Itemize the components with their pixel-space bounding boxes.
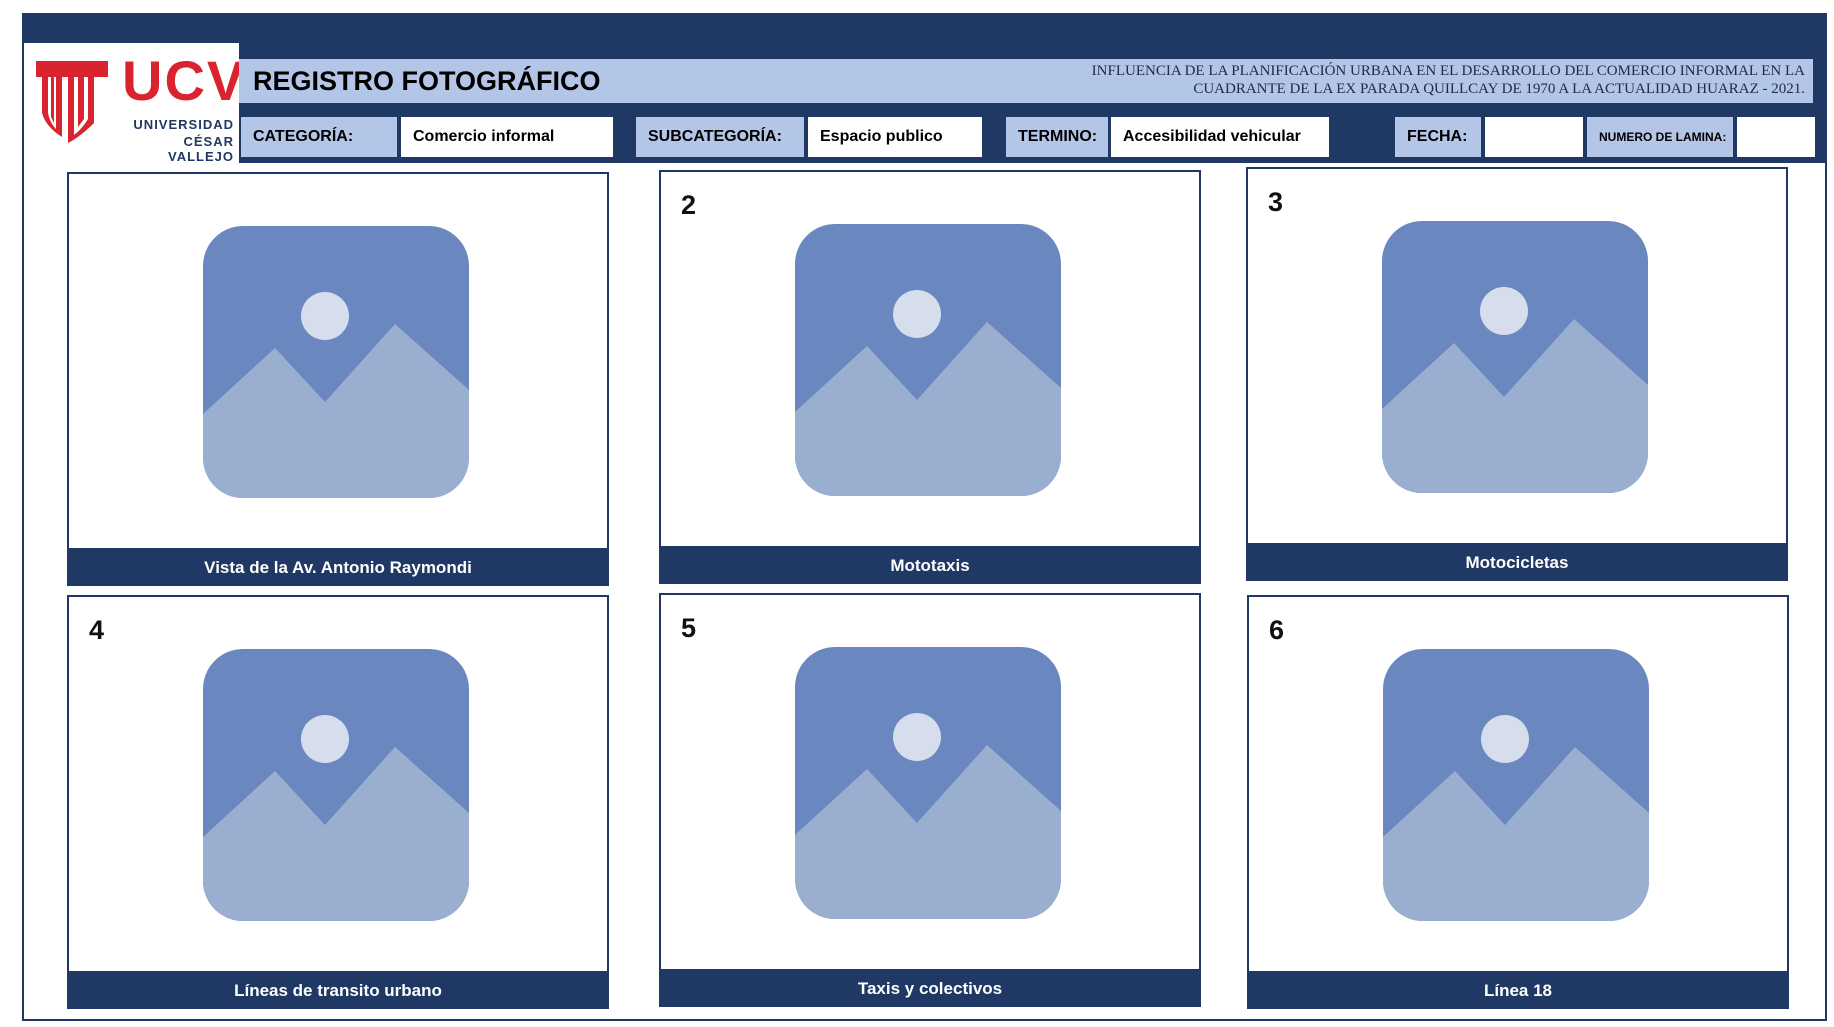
image-placeholder-icon — [795, 647, 1061, 919]
photo-record-sheet: UCV UNIVERSIDAD CÉSAR VALLEJO REGISTRO F… — [22, 13, 1827, 1021]
photo-number: 5 — [681, 613, 697, 643]
photo-card-1: Vista de la Av. Antonio Raymondi — [67, 172, 609, 588]
termino-value: Accesibilidad vehicular — [1111, 117, 1329, 157]
photo-card-6: 6 Línea 18 — [1247, 595, 1789, 1011]
photo-caption: Vista de la Av. Antonio Raymondi — [67, 550, 609, 586]
page-title: REGISTRO FOTOGRÁFICO — [253, 66, 601, 96]
numero-lamina-label: NUMERO DE LAMINA: — [1587, 117, 1733, 157]
photo-card-2: 2 Mototaxis — [659, 170, 1201, 586]
photo-card-4: 4 Líneas de transito urbano — [67, 595, 609, 1011]
termino-label: TERMINO: — [1006, 117, 1108, 157]
logo-universidad: UNIVERSIDAD — [133, 117, 234, 132]
fecha-label: FECHA: — [1395, 117, 1481, 157]
photo-caption: Motocicletas — [1246, 545, 1788, 581]
research-title-line-1: INFLUENCIA DE LA PLANIFICACIÓN URBANA EN… — [1091, 63, 1805, 79]
photo-card-3: 3 Motocicletas — [1246, 167, 1788, 583]
top-bar — [24, 15, 1825, 43]
title-row: REGISTRO FOTOGRÁFICO INFLUENCIA DE LA PL… — [239, 59, 1813, 103]
photo-frame — [67, 172, 609, 550]
photo-caption: Taxis y colectivos — [659, 971, 1201, 1007]
categoria-value: Comercio informal — [401, 117, 613, 157]
subcategoria-label: SUBCATEGORÍA: — [636, 117, 804, 157]
research-title: INFLUENCIA DE LA PLANIFICACIÓN URBANA EN… — [1045, 62, 1805, 98]
photo-number: 6 — [1269, 615, 1285, 645]
research-title-line-2: CUADRANTE DE LA EX PARADA QUILLCAY DE 19… — [1193, 81, 1805, 97]
ucv-wordmark: UCV — [122, 49, 247, 112]
ucv-logo: UCV UNIVERSIDAD CÉSAR VALLEJO — [24, 43, 244, 164]
image-placeholder-icon — [1382, 221, 1648, 493]
photo-caption: Líneas de transito urbano — [67, 973, 609, 1009]
photo-number: 2 — [681, 190, 697, 220]
photo-frame: 3 — [1246, 167, 1788, 545]
fecha-value — [1485, 117, 1583, 157]
subcategoria-value: Espacio publico — [808, 117, 982, 157]
categoria-label: CATEGORÍA: — [241, 117, 397, 157]
numero-lamina-value — [1737, 117, 1815, 157]
photo-caption: Mototaxis — [659, 548, 1201, 584]
image-placeholder-icon — [203, 649, 469, 921]
logo-cesar-vallejo: CÉSAR VALLEJO — [168, 134, 234, 164]
photo-frame: 6 — [1247, 595, 1789, 973]
image-placeholder-icon — [1383, 649, 1649, 921]
ucv-shield-icon — [36, 61, 108, 143]
photo-frame: 4 — [67, 595, 609, 973]
photo-number: 3 — [1268, 187, 1284, 217]
photo-frame: 2 — [659, 170, 1201, 548]
photo-number: 4 — [89, 615, 105, 645]
photo-card-5: 5 Taxis y colectivos — [659, 593, 1201, 1009]
image-placeholder-icon — [795, 224, 1061, 496]
image-placeholder-icon — [203, 226, 469, 498]
photo-caption: Línea 18 — [1247, 973, 1789, 1009]
photo-frame: 5 — [659, 593, 1201, 971]
header: REGISTRO FOTOGRÁFICO INFLUENCIA DE LA PL… — [239, 43, 1825, 163]
